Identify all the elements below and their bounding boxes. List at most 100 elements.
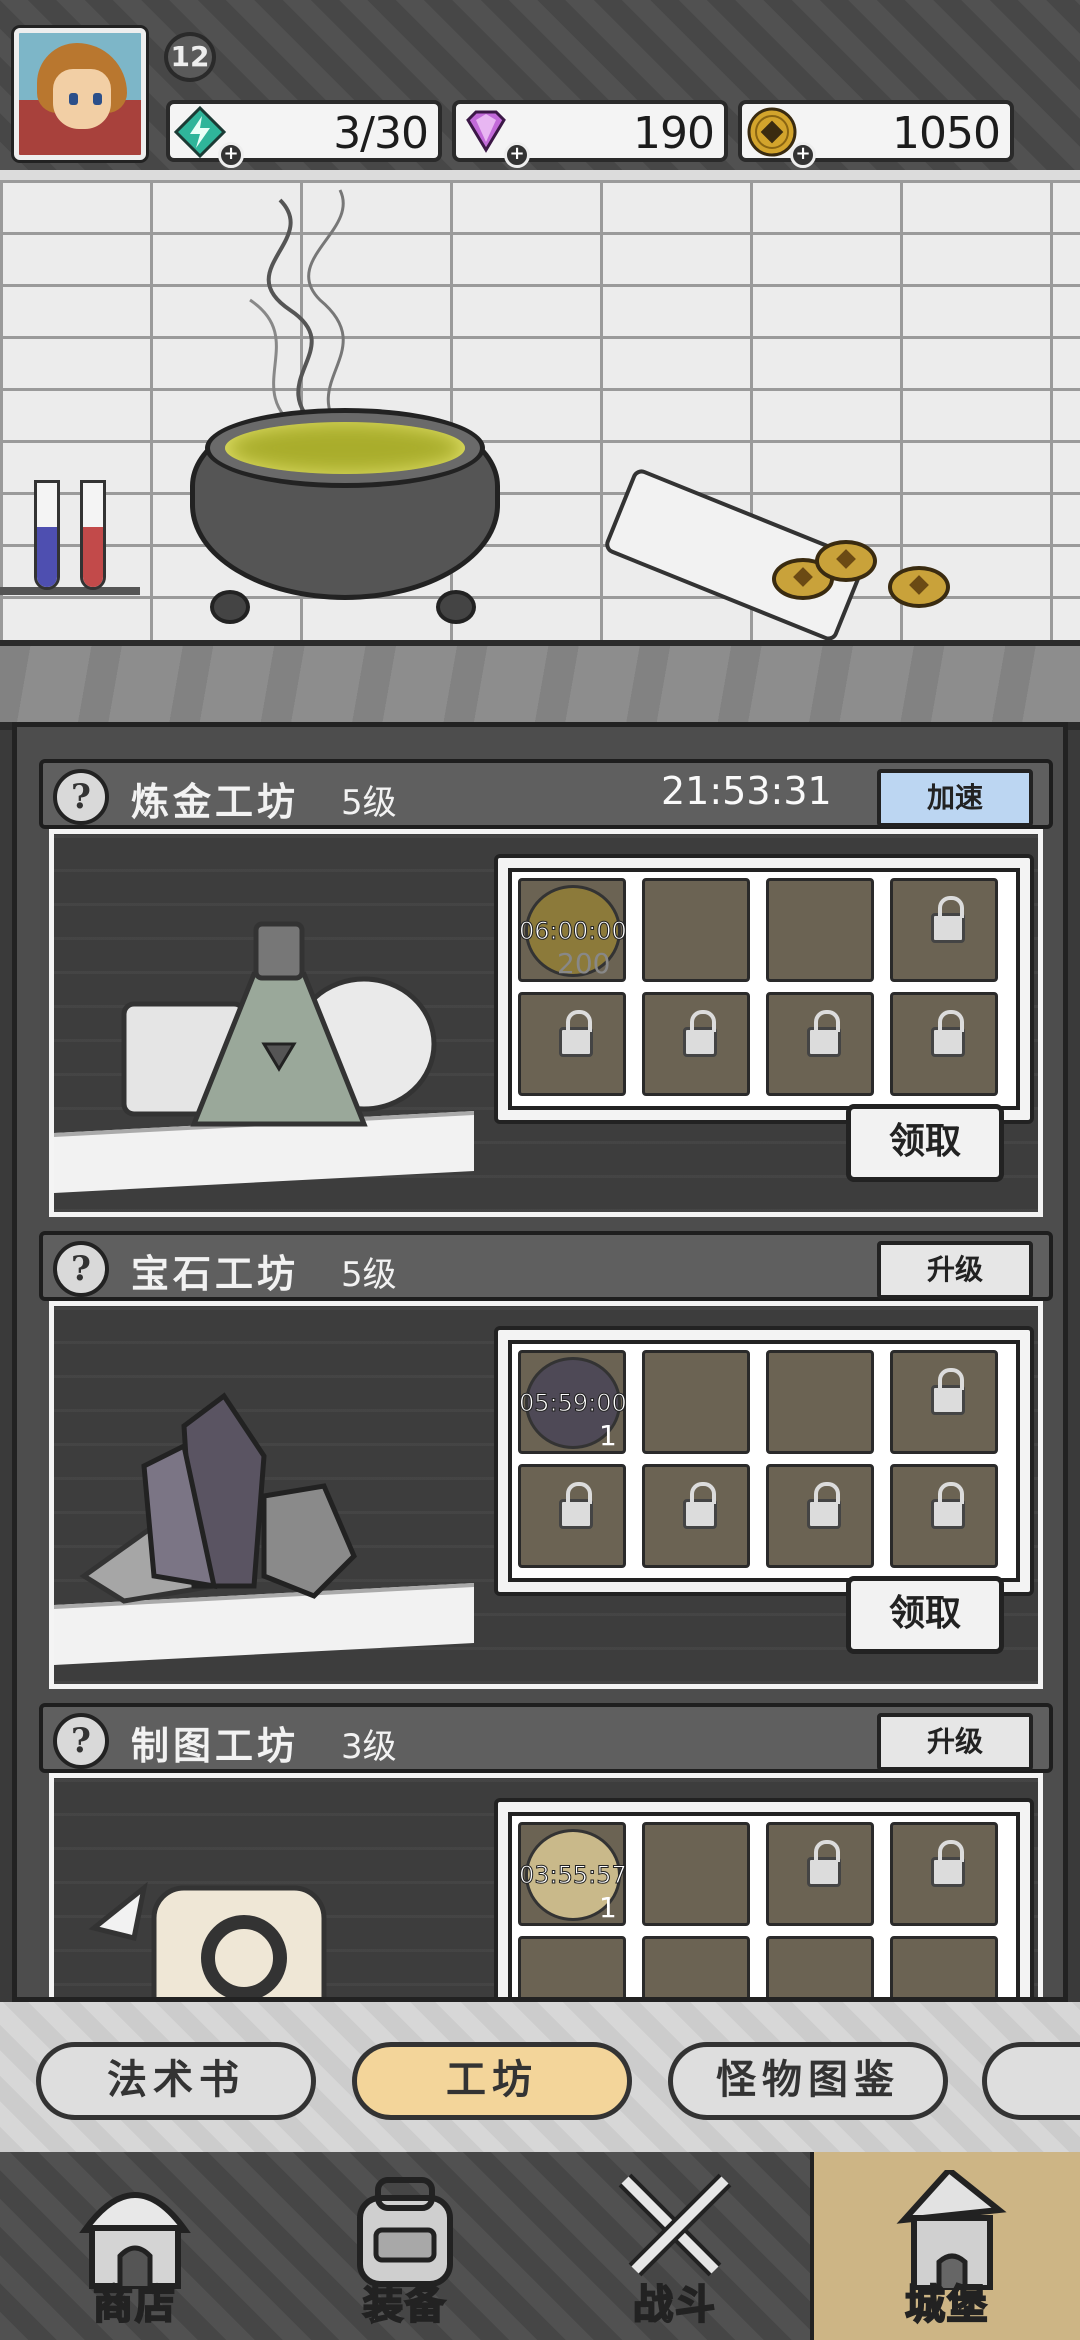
locked-slot[interactable] <box>642 1464 750 1568</box>
locked-slot[interactable] <box>890 1822 998 1926</box>
locked-slot[interactable] <box>890 1350 998 1454</box>
production-slot[interactable]: 06:00:00 200 <box>518 878 628 982</box>
bottom-navigation: 商店 装备 战斗 城堡 <box>0 2152 1080 2340</box>
workshop-body: 05:59:00 1 领取 <box>49 1301 1043 1689</box>
workshop-list[interactable]: ? 炼金工坊 5级 21:53:31 加速 06:00:00 200 领取 ? … <box>12 722 1068 2002</box>
lock-icon <box>931 1482 965 1529</box>
tab-more[interactable] <box>982 2042 1080 2120</box>
help-icon[interactable]: ? <box>53 769 109 825</box>
lock-icon <box>931 1010 965 1057</box>
test-tube-rack <box>0 515 140 595</box>
slot-timer: 06:00:00 <box>519 917 628 946</box>
locked-slot[interactable] <box>890 1464 998 1568</box>
workshop-header: ? 制图工坊 3级 升级 <box>39 1703 1053 1773</box>
production-slot[interactable]: 05:59:00 1 <box>518 1350 628 1454</box>
workshop-header: ? 炼金工坊 5级 21:53:31 加速 <box>39 759 1053 829</box>
locked-slot[interactable] <box>642 992 750 1096</box>
tab-spellbook[interactable]: 法术书 <box>36 2042 316 2120</box>
nav-battle[interactable]: 战斗 <box>540 2152 810 2340</box>
lock-icon <box>559 1010 593 1057</box>
coin-illustration <box>888 566 950 608</box>
nav-castle[interactable]: 城堡 <box>810 2152 1080 2340</box>
locked-slot[interactable] <box>518 992 626 1096</box>
production-slot[interactable]: 03:55:57 1 <box>518 1822 628 1926</box>
locked-slot[interactable] <box>890 992 998 1096</box>
production-slot[interactable] <box>766 1350 874 1454</box>
locked-slot[interactable] <box>890 1936 998 1997</box>
workshop-level: 5级 <box>341 783 397 823</box>
test-tube-red <box>80 480 106 590</box>
workshop-body: 03:55:57 1 <box>49 1773 1043 1997</box>
lock-icon <box>931 1840 965 1887</box>
energy-value: 3/30 <box>333 108 429 159</box>
avatar-eye <box>93 93 102 105</box>
upgrade-button[interactable]: 升级 <box>877 1713 1033 1771</box>
sub-tab-bar: 法术书 工坊 怪物图鉴 <box>0 2002 1080 2152</box>
nav-label: 城堡 <box>904 2281 989 2329</box>
nav-shop[interactable]: 商店 <box>0 2152 270 2340</box>
locked-slot[interactable] <box>518 1464 626 1568</box>
workshop-title: 制图工坊 <box>131 1724 300 1768</box>
avatar-eye <box>69 93 78 105</box>
gem-value: 190 <box>633 108 715 159</box>
stone-shelf <box>0 640 1080 730</box>
lock-icon <box>559 1482 593 1529</box>
claim-button[interactable]: 领取 <box>846 1104 1004 1182</box>
map-scroll-illustration <box>88 1881 327 1997</box>
coin-illustration <box>815 540 877 582</box>
gem-counter[interactable]: + 190 <box>452 100 728 168</box>
locked-slot[interactable] <box>890 878 998 982</box>
alchemy-room-scene <box>0 170 1080 730</box>
avatar-face <box>53 69 111 129</box>
production-slot[interactable] <box>642 878 750 982</box>
production-slot[interactable] <box>642 1822 750 1926</box>
workshop-timer: 21:53:31 <box>661 769 832 813</box>
top-status-bar: 12 + 3/30 + 190 + 1050 <box>0 0 1080 170</box>
slot-timer: 03:55:57 <box>519 1861 628 1890</box>
production-slot[interactable] <box>766 878 874 982</box>
upgrade-button[interactable]: 升级 <box>877 1241 1033 1299</box>
lock-icon <box>931 1368 965 1415</box>
production-slot-grid: 03:55:57 1 <box>494 1798 1034 1997</box>
help-icon[interactable]: ? <box>53 1241 109 1297</box>
test-tube-blue <box>34 480 60 590</box>
gold-counter[interactable]: + 1050 <box>738 100 1014 168</box>
locked-slot[interactable] <box>642 1936 750 1997</box>
lock-icon <box>807 1840 841 1887</box>
add-gems-button[interactable]: + <box>504 142 530 168</box>
help-icon[interactable]: ? <box>53 1713 109 1769</box>
potion-bottles-illustration <box>121 921 437 1127</box>
locked-slot[interactable] <box>766 992 874 1096</box>
tab-workshop[interactable]: 工坊 <box>352 2042 632 2120</box>
slot-amount: 200 <box>557 947 611 980</box>
player-avatar[interactable] <box>14 28 146 160</box>
workshop-level: 3级 <box>341 1727 397 1767</box>
energy-counter[interactable]: + 3/30 <box>166 100 442 168</box>
lock-icon <box>807 1010 841 1057</box>
locked-slot[interactable] <box>766 1822 874 1926</box>
production-slot-grid: 05:59:00 1 <box>494 1326 1034 1596</box>
workshop-title: 炼金工坊 <box>131 780 300 824</box>
claim-button[interactable]: 领取 <box>846 1576 1004 1654</box>
nav-label: 商店 <box>92 2281 177 2329</box>
lock-icon <box>683 1010 717 1057</box>
nav-equipment[interactable]: 装备 <box>270 2152 540 2340</box>
locked-slot[interactable] <box>766 1464 874 1568</box>
slot-amount: 1 <box>599 1419 617 1452</box>
tab-bestiary[interactable]: 怪物图鉴 <box>668 2042 948 2120</box>
lock-icon <box>683 1482 717 1529</box>
add-energy-button[interactable]: + <box>218 142 244 168</box>
nav-label: 战斗 <box>632 2281 717 2329</box>
locked-slot[interactable] <box>766 1936 874 1997</box>
production-slot[interactable] <box>642 1350 750 1454</box>
locked-slot[interactable] <box>518 1936 626 1997</box>
lock-icon <box>807 1482 841 1529</box>
player-level-badge: 12 <box>164 32 216 82</box>
workshop-header: ? 宝石工坊 5级 升级 <box>39 1231 1053 1301</box>
nav-label: 装备 <box>362 2281 447 2329</box>
workshop-level: 5级 <box>341 1255 397 1295</box>
slot-timer: 05:59:00 <box>519 1389 628 1418</box>
cauldron-liquid <box>225 422 465 474</box>
speed-up-button[interactable]: 加速 <box>877 769 1033 827</box>
add-gold-button[interactable]: + <box>790 142 816 168</box>
